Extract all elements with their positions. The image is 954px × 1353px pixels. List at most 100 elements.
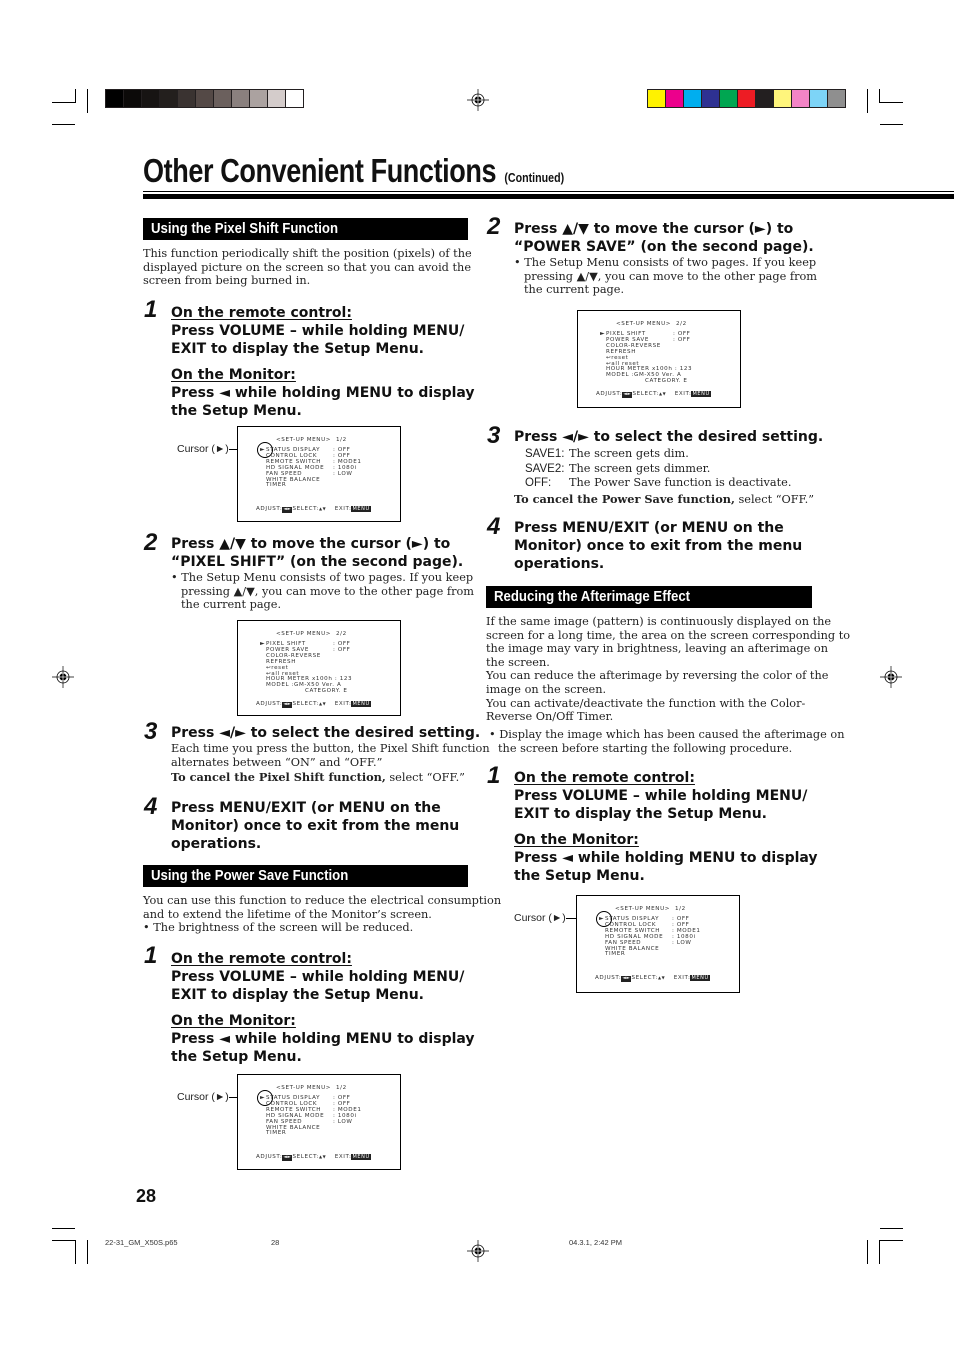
step-number: 3 — [487, 422, 501, 449]
color-swatch — [160, 90, 177, 107]
menu-button-icon: MENU — [351, 506, 371, 512]
adjust-buttons-icon: ◄► — [621, 976, 632, 982]
menu-button-icon: MENU — [351, 1154, 371, 1160]
continued-label: (Continued) — [504, 170, 565, 185]
color-swatch — [268, 90, 285, 107]
exit-label: EXIT: — [672, 391, 692, 397]
osd-item-value: : LOW — [333, 1118, 353, 1125]
osd-footer: ADJUST:◄►SELECT:▲▼ EXIT:MENU — [596, 391, 711, 398]
exit-label: EXIT: — [332, 506, 352, 512]
exit-label: EXIT: — [671, 975, 691, 981]
osd-item-label: TIMER — [266, 482, 287, 489]
cursor-highlight-circle — [596, 911, 612, 927]
title-rule-thick — [143, 194, 954, 199]
registration-mark-icon — [52, 666, 74, 688]
exit-label: EXIT: — [332, 701, 352, 707]
menu-button-icon: MENU — [691, 391, 711, 397]
power-save-option: OFF: The Power Save function is deactivat… — [525, 476, 791, 491]
cursor-arrow-icon: ► — [600, 330, 606, 337]
setup-menu-screen-page2: <SET-UP MENU> 2/2 PIXEL SHIFT: OFF POWER SA… — [577, 310, 741, 408]
setup-menu-screen-page1: <SET-UP MENU> 1/2 STATUS DISPLAY: OFF CONTR… — [237, 1074, 401, 1170]
pixel-shift-step3: Press ◄/► to select the desired setting. — [171, 725, 481, 741]
step-number: 2 — [144, 529, 158, 556]
cursor-label: Cursor (►) — [177, 1091, 229, 1103]
select-buttons-icon: ▲▼ — [318, 701, 327, 706]
osd-page: 1/2 — [675, 906, 686, 912]
osd-item-value: : OFF — [673, 336, 691, 343]
step-number: 3 — [144, 718, 158, 745]
osd-title: <SET-UP MENU> — [276, 1085, 332, 1091]
color-swatch — [738, 90, 755, 107]
afterimage-note: • Display the image which has been cause… — [489, 728, 845, 755]
setup-menu-screen-page2: <SET-UP MENU> 2/2 PIXEL SHIFT: OFF POWER SA… — [237, 620, 401, 716]
osd-page: 1/2 — [336, 1085, 347, 1091]
section-header-afterimage: Reducing the Afterimage Effect — [486, 586, 812, 608]
afterimage-intro: If the same image (pattern) is continuou… — [486, 615, 851, 724]
select-buttons-icon: ▲▼ — [318, 1154, 327, 1159]
osd-footer: ADJUST:◄►SELECT:▲▼ EXIT:MENU — [256, 701, 371, 708]
pixel-shift-step2-note: • The Setup Menu consists of two pages. … — [171, 571, 475, 612]
title-rule-thin — [143, 191, 954, 192]
osd-title: <SET-UP MENU> — [615, 906, 671, 912]
menu-button-icon: MENU — [690, 975, 710, 981]
color-swatch — [792, 90, 809, 107]
color-swatch — [214, 90, 231, 107]
osd-item-value: : OFF — [333, 646, 351, 653]
option-key: OFF: — [525, 477, 552, 490]
color-swatch — [684, 90, 701, 107]
afterimage-step1: On the remote control: Press VOLUME – wh… — [514, 770, 818, 884]
color-swatch — [178, 90, 195, 107]
adjust-label: ADJUST: — [596, 391, 623, 397]
power-save-options: SAVE1: The screen gets dim. SAVE2: The scre… — [525, 447, 791, 491]
select-buttons-icon: ▲▼ — [318, 506, 327, 511]
step-number: 4 — [487, 513, 501, 540]
osd-item-label: TIMER — [266, 1130, 287, 1137]
option-description: The Power Save function is deactivate. — [569, 476, 792, 490]
power-save-intro: You can use this function to reduce the … — [143, 894, 502, 935]
cursor-highlight-circle — [257, 1090, 273, 1106]
pixel-shift-step4: Press MENU/EXIT (or MENU on the Monitor) … — [171, 800, 460, 852]
osd-item-label: CATEGORY. E — [305, 688, 348, 695]
registration-mark-icon — [467, 89, 489, 111]
color-swatch — [286, 90, 303, 107]
osd-page: 2/2 — [676, 321, 687, 327]
color-swatch — [142, 90, 159, 107]
pixel-shift-step3-body: Each time you press the button, the Pixe… — [171, 742, 490, 785]
select-label: SELECT: — [292, 1154, 319, 1160]
color-swatch — [774, 90, 791, 107]
option-key: SAVE2: — [525, 462, 565, 475]
color-swatch — [702, 90, 719, 107]
select-buttons-icon: ▲▼ — [658, 391, 667, 396]
cursor-label: Cursor (►) — [514, 912, 566, 924]
footer-file-name: 22-31_GM_X50S.p65 — [105, 1238, 178, 1247]
osd-title: <SET-UP MENU> — [276, 631, 332, 637]
osd-title: <SET-UP MENU> — [616, 321, 672, 327]
osd-footer: ADJUST:◄►SELECT:▲▼ EXIT:MENU — [595, 975, 710, 982]
menu-button-icon: MENU — [351, 701, 371, 707]
power-save-step1: On the remote control: Press VOLUME – wh… — [171, 951, 475, 1065]
adjust-label: ADJUST: — [256, 1154, 283, 1160]
power-save-step3: Press ◄/► to select the desired setting. — [514, 429, 824, 445]
select-label: SELECT: — [292, 701, 319, 707]
step-number: 1 — [144, 942, 158, 969]
option-key: SAVE1: — [525, 448, 565, 460]
osd-footer: ADJUST:◄►SELECT:▲▼ EXIT:MENU — [256, 506, 371, 513]
power-save-step4: Press MENU/EXIT (or MENU on the Monitor) … — [514, 520, 803, 572]
color-swatch — [106, 90, 123, 107]
power-save-step2-note: • The Setup Menu consists of two pages. … — [514, 256, 818, 297]
step-number: 2 — [487, 213, 501, 240]
footer-timestamp: 04.3.1, 2:42 PM — [569, 1238, 622, 1247]
osd-item-label: TIMER — [605, 951, 626, 958]
power-save-option: SAVE2: The screen gets dimmer. — [525, 462, 791, 477]
adjust-buttons-icon: ◄► — [282, 507, 293, 513]
osd-item-value: : LOW — [672, 939, 692, 946]
grayscale-calibration-bar — [105, 89, 304, 108]
osd-item-label: CATEGORY. E — [645, 378, 688, 385]
osd-page: 1/2 — [336, 437, 347, 443]
color-swatch — [666, 90, 683, 107]
registration-mark-icon — [880, 666, 902, 688]
cursor-highlight-circle — [257, 442, 273, 458]
footer-file-page: 28 — [271, 1238, 280, 1247]
osd-page: 2/2 — [336, 631, 347, 637]
color-swatch — [250, 90, 267, 107]
